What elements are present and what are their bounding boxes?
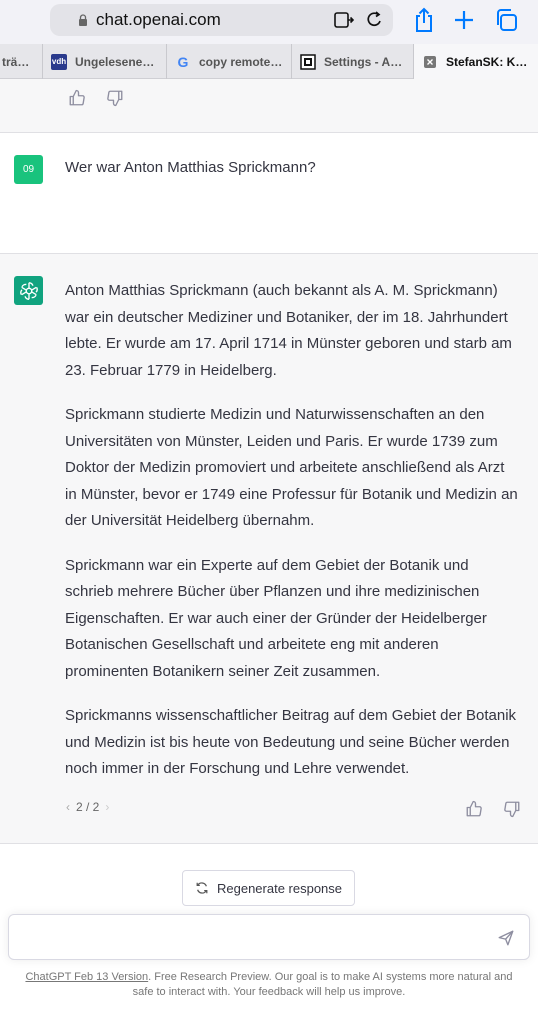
thumbs-down-icon[interactable] [503,800,521,818]
version-link[interactable]: ChatGPT Feb 13 Version [25,971,148,983]
assistant-answer: Anton Matthias Sprickmann (auch bekannt … [65,278,520,801]
refresh-icon [196,882,208,894]
reader-mode-icon[interactable] [334,11,354,29]
tab-3[interactable]: G copy remote… [167,44,292,79]
thumbs-up-icon[interactable] [465,800,483,818]
chatgpt-logo-icon [14,276,43,305]
plus-icon [455,11,473,29]
lock-icon [79,14,87,26]
tabs-icon [497,9,517,31]
tab-label: Settings - A… [324,54,403,69]
chevron-left-icon[interactable]: ‹ [66,800,70,814]
address-bar[interactable]: chat.openai.com [50,4,393,36]
answer-paragraph: Sprickmann war ein Experte auf dem Gebie… [65,556,487,680]
tab-overview-button[interactable] [492,6,520,34]
chevron-right-icon[interactable]: › [105,800,109,814]
tab-2[interactable]: vdh Ungelesene… [43,44,167,79]
pager-text: 2 / 2 [76,800,100,814]
footer-disclaimer: ChatGPT Feb 13 Version. Free Research Pr… [16,970,522,1000]
tab-label: StefanSK: K… [446,54,528,69]
answer-paragraph: Sprickmann studierte Medizin und Naturwi… [65,406,518,529]
user-avatar: 09 [14,155,43,184]
message-input[interactable] [8,914,530,960]
tab-1[interactable]: trä… [0,44,43,79]
footer-text: . Free Research Preview. Our goal is to … [132,971,513,998]
reload-icon[interactable] [365,10,385,30]
response-pager: ‹ 2 / 2 › [66,800,109,814]
google-icon: G [177,53,189,70]
vdh-favicon: vdh [51,53,67,70]
send-icon[interactable] [497,929,515,947]
regenerate-response-button[interactable]: Regenerate response [182,870,355,906]
tab-label: trä… [2,54,30,69]
tab-label: Ungelesene… [75,54,155,69]
tab-bar: trä… vdh Ungelesene… G copy remote… Sett… [0,44,538,79]
browser-toolbar: chat.openai.com [0,0,538,44]
user-message: 09 Wer war Anton Matthias Sprickmann? [0,133,538,254]
thumbs-down-icon[interactable] [106,89,124,107]
close-icon[interactable] [422,54,438,70]
user-message-text: Wer war Anton Matthias Sprickmann? [65,159,316,176]
previous-message-feedback [0,79,538,133]
regenerate-label: Regenerate response [216,880,343,896]
answer-paragraph: Sprickmanns wissenschaftlicher Beitrag a… [65,707,517,777]
tab-label: copy remote… [199,54,283,69]
tab-4[interactable]: Settings - A… [292,44,414,79]
thumbs-up-icon[interactable] [68,89,86,107]
url-text: chat.openai.com [96,10,221,29]
new-tab-button[interactable] [450,6,478,34]
tab-5-active[interactable]: StefanSK: K… [414,44,538,79]
settings-icon [300,53,316,70]
share-button[interactable] [410,6,438,34]
share-icon [416,7,432,32]
answer-paragraph: Anton Matthias Sprickmann (auch bekannt … [65,282,512,379]
assistant-message: Anton Matthias Sprickmann (auch bekannt … [0,254,538,844]
